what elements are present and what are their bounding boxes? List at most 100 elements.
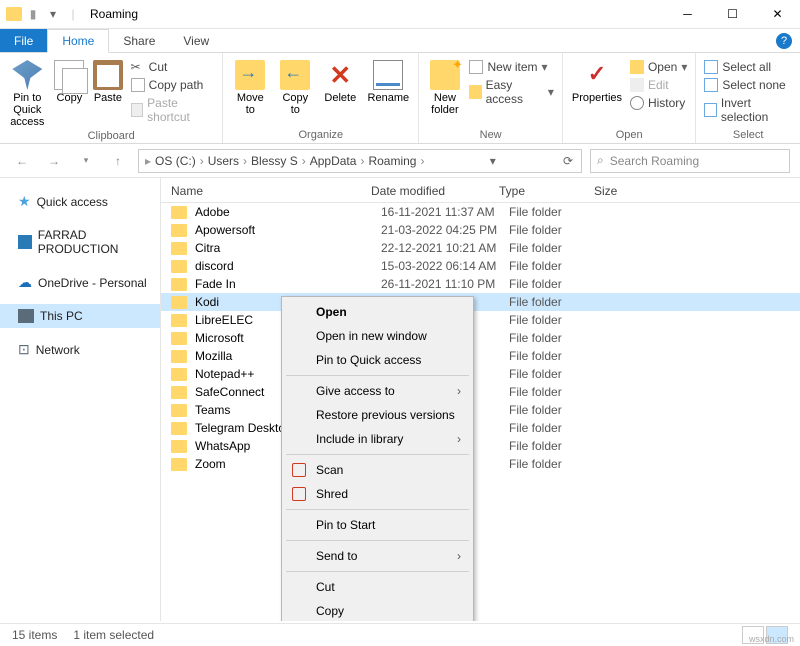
folder-icon bbox=[171, 422, 187, 435]
forward-button[interactable]: → bbox=[42, 149, 66, 173]
tab-share[interactable]: Share bbox=[109, 29, 169, 52]
sidebar-item-onedrive[interactable]: ☁OneDrive - Personal bbox=[0, 269, 160, 296]
column-type[interactable]: Type bbox=[499, 184, 594, 198]
maximize-button[interactable]: ☐ bbox=[710, 0, 755, 29]
address-dropdown[interactable]: ▾ bbox=[486, 154, 500, 168]
select-none-icon bbox=[704, 78, 718, 92]
column-name[interactable]: Name bbox=[161, 184, 371, 198]
properties-button[interactable]: Properties bbox=[569, 56, 625, 104]
edit-button[interactable]: Edit bbox=[628, 77, 689, 93]
sidebar-item-this-pc[interactable]: This PC bbox=[0, 304, 160, 328]
breadcrumb[interactable]: OS (C:) bbox=[153, 154, 198, 168]
ctx-pin-start[interactable]: Pin to Start bbox=[284, 513, 471, 537]
refresh-button[interactable]: ⟳ bbox=[559, 154, 577, 168]
paste-button[interactable]: Paste bbox=[90, 56, 126, 104]
select-all-icon bbox=[704, 60, 718, 74]
recent-dropdown[interactable]: ▾ bbox=[74, 149, 98, 173]
pc-icon bbox=[18, 309, 34, 323]
table-row[interactable]: Citra 22-12-2021 10:21 AM File folder bbox=[161, 239, 800, 257]
tab-view[interactable]: View bbox=[169, 29, 223, 52]
breadcrumb[interactable]: Users bbox=[206, 154, 241, 168]
table-row[interactable]: Notepad++ File folder bbox=[161, 365, 800, 383]
table-row[interactable]: discord 15-03-2022 06:14 AM File folder bbox=[161, 257, 800, 275]
help-icon[interactable]: ? bbox=[776, 33, 792, 49]
ctx-scan[interactable]: Scan bbox=[284, 458, 471, 482]
invert-selection-button[interactable]: Invert selection bbox=[702, 95, 794, 125]
ctx-separator bbox=[286, 540, 469, 541]
rename-button[interactable]: Rename bbox=[364, 56, 412, 104]
ctx-shred[interactable]: Shred bbox=[284, 482, 471, 506]
new-folder-button[interactable]: New folder bbox=[425, 56, 464, 116]
history-icon bbox=[630, 96, 644, 110]
up-button[interactable]: ↑ bbox=[106, 149, 130, 173]
open-button[interactable]: Open ▾ bbox=[628, 59, 689, 75]
file-date: 22-12-2021 10:21 AM bbox=[381, 241, 509, 255]
table-row[interactable]: Zoom File folder bbox=[161, 455, 800, 473]
cut-button[interactable]: ✂Cut bbox=[129, 59, 217, 75]
sidebar-item-farrad[interactable]: FARRAD PRODUCTION bbox=[0, 223, 160, 261]
back-button[interactable]: ← bbox=[10, 149, 34, 173]
ctx-cut[interactable]: Cut bbox=[284, 575, 471, 599]
ctx-give-access[interactable]: Give access to› bbox=[284, 379, 471, 403]
sidebar-item-network[interactable]: ⊡Network bbox=[0, 336, 160, 363]
copy-to-button[interactable]: Copy to bbox=[274, 56, 316, 116]
tab-file[interactable]: File bbox=[0, 29, 47, 52]
sidebar-item-quick-access[interactable]: ★Quick access bbox=[0, 188, 160, 215]
table-row[interactable]: Telegram Desktop File folder bbox=[161, 419, 800, 437]
ctx-open-new-window[interactable]: Open in new window bbox=[284, 324, 471, 348]
chevron-right-icon: › bbox=[418, 154, 426, 168]
copy-path-button[interactable]: Copy path bbox=[129, 77, 217, 93]
breadcrumb[interactable]: Roaming bbox=[366, 154, 418, 168]
folder-icon bbox=[171, 386, 187, 399]
ctx-send-to[interactable]: Send to› bbox=[284, 544, 471, 568]
table-row[interactable]: Mozilla File folder bbox=[161, 347, 800, 365]
select-all-button[interactable]: Select all bbox=[702, 59, 794, 75]
move-to-button[interactable]: Move to bbox=[229, 56, 271, 116]
copy-button[interactable]: Copy bbox=[52, 56, 88, 104]
table-row[interactable]: LibreELEC File folder bbox=[161, 311, 800, 329]
search-input[interactable]: ⌕ Search Roaming bbox=[590, 149, 790, 173]
column-size[interactable]: Size bbox=[594, 184, 674, 198]
ctx-pin-quick-access[interactable]: Pin to Quick access bbox=[284, 348, 471, 372]
ctx-include-library[interactable]: Include in library› bbox=[284, 427, 471, 451]
close-button[interactable]: ✕ bbox=[755, 0, 800, 29]
table-row[interactable]: Adobe 16-11-2021 11:37 AM File folder bbox=[161, 203, 800, 221]
table-row[interactable]: Apowersoft 21-03-2022 04:25 PM File fold… bbox=[161, 221, 800, 239]
titlebar: ▮ ▾ | Roaming ─ ☐ ✕ bbox=[0, 0, 800, 29]
table-row[interactable]: WhatsApp File folder bbox=[161, 437, 800, 455]
chevron-right-icon: › bbox=[198, 154, 206, 168]
crumb-root-icon[interactable]: ▸ bbox=[143, 154, 153, 168]
column-date[interactable]: Date modified bbox=[371, 184, 499, 198]
paste-icon bbox=[93, 60, 123, 90]
navigation-pane: ★Quick access FARRAD PRODUCTION ☁OneDriv… bbox=[0, 178, 161, 621]
copy-to-icon bbox=[280, 60, 310, 90]
ctx-restore-previous[interactable]: Restore previous versions bbox=[284, 403, 471, 427]
table-row[interactable]: SafeConnect File folder bbox=[161, 383, 800, 401]
qat-item[interactable]: ▮ bbox=[24, 5, 42, 23]
table-row[interactable]: Microsoft File folder bbox=[161, 329, 800, 347]
open-icon bbox=[630, 60, 644, 74]
app-folder-icon bbox=[6, 7, 22, 21]
easy-access-button[interactable]: Easy access ▾ bbox=[467, 77, 555, 107]
group-label-select: Select bbox=[702, 127, 794, 143]
monitor-icon bbox=[18, 235, 32, 249]
address-bar[interactable]: ▸ OS (C:)› Users› Blessy S› AppData› Roa… bbox=[138, 149, 582, 173]
minimize-button[interactable]: ─ bbox=[665, 0, 710, 29]
table-row[interactable]: Fade In 26-11-2021 11:10 PM File folder bbox=[161, 275, 800, 293]
ctx-copy[interactable]: Copy bbox=[284, 599, 471, 621]
new-item-button[interactable]: New item ▾ bbox=[467, 59, 555, 75]
delete-button[interactable]: Delete bbox=[319, 56, 361, 104]
qat-dropdown-icon[interactable]: ▾ bbox=[44, 5, 62, 23]
file-date: 15-03-2022 06:14 AM bbox=[381, 259, 509, 273]
ctx-open[interactable]: Open bbox=[284, 300, 471, 324]
select-none-button[interactable]: Select none bbox=[702, 77, 794, 93]
table-row[interactable]: Kodi File folder bbox=[161, 293, 800, 311]
history-button[interactable]: History bbox=[628, 95, 689, 111]
file-type: File folder bbox=[509, 295, 604, 309]
breadcrumb[interactable]: AppData bbox=[308, 154, 359, 168]
breadcrumb[interactable]: Blessy S bbox=[249, 154, 300, 168]
table-row[interactable]: Teams File folder bbox=[161, 401, 800, 419]
pin-to-quick-access-button[interactable]: Pin to Quick access bbox=[6, 56, 49, 128]
tab-home[interactable]: Home bbox=[47, 29, 109, 53]
paste-shortcut-button[interactable]: Paste shortcut bbox=[129, 95, 217, 125]
